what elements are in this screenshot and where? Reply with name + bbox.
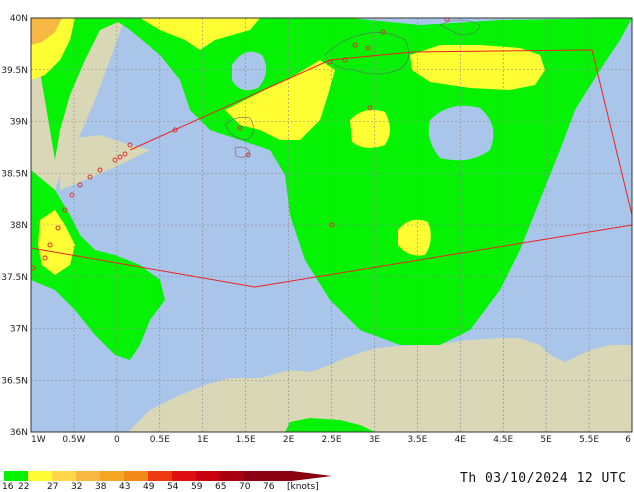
latitude-label: 38.5N: [1, 169, 28, 179]
forecast-timestamp: Th 03/10/2024 12 UTC: [460, 471, 627, 486]
longitude-label: 0.5E: [150, 435, 170, 445]
legend-swatch: [28, 471, 52, 481]
longitude-label: 2E: [283, 435, 295, 445]
wind-speed-legend-bar: [4, 471, 332, 481]
longitude-label: 1W: [31, 435, 46, 445]
longitude-label: 0.5W: [62, 435, 85, 445]
longitude-label: 5E: [540, 435, 552, 445]
latitude-label: 39N: [10, 118, 28, 128]
longitude-label: 4.5E: [493, 435, 513, 445]
legend-swatch: [124, 471, 148, 481]
legend-swatch: [76, 471, 100, 481]
legend-label: 16: [2, 482, 14, 492]
latitude-label: 36N: [10, 428, 28, 438]
legend-swatch: [100, 471, 124, 481]
legend-label: 22: [18, 482, 30, 492]
legend-label: 38: [95, 482, 107, 492]
legend-swatch: [244, 471, 268, 481]
legend-label: 70: [239, 482, 251, 492]
longitude-label: 4E: [455, 435, 467, 445]
legend-swatch: [172, 471, 196, 481]
longitude-labels: 1W 0.5W 0 0.5E 1E 1.5E 2E 2.5E 3E 3.5E 4E 4.5E 5E 5.5…: [31, 435, 631, 445]
wind-map: 40N 39.5N 39N 38.5N 38N 37.5N 37N 36.5N 36N 1W 0.…: [1, 14, 633, 445]
legend-label: 49: [143, 482, 155, 492]
longitude-label: 3E: [369, 435, 381, 445]
wind-zone-22-27-blob1: [350, 109, 390, 148]
longitude-label: 1E: [197, 435, 209, 445]
latitude-label: 37.5N: [1, 273, 28, 283]
latitude-label: 38N: [10, 221, 28, 231]
legend-label: 27: [47, 482, 59, 492]
legend-swatch: [268, 471, 292, 481]
longitude-label: 5.5E: [579, 435, 599, 445]
legend-swatch: [52, 471, 76, 481]
legend-label: 59: [191, 482, 203, 492]
calm-sea-hole-2: [428, 105, 494, 161]
latitude-label: 39.5N: [1, 66, 28, 76]
legend-label: 76: [263, 482, 275, 492]
longitude-label: 0: [114, 435, 120, 445]
legend-label: [knots]: [287, 482, 319, 492]
longitude-label: 2.5E: [322, 435, 342, 445]
legend-label: 43: [119, 482, 131, 492]
legend-label: 32: [71, 482, 83, 492]
longitude-label: 3.5E: [407, 435, 427, 445]
legend-swatch: [148, 471, 172, 481]
legend-swatch: [220, 471, 244, 481]
longitude-label: 6: [625, 435, 631, 445]
legend-label: 54: [167, 482, 179, 492]
legend-swatch: [4, 471, 28, 481]
latitude-label: 40N: [10, 14, 28, 24]
longitude-label: 1.5E: [236, 435, 256, 445]
latitude-label: 37N: [10, 325, 28, 335]
legend-arrow-tip: [292, 471, 332, 481]
latitude-label: 36.5N: [1, 376, 28, 386]
legend-label: 65: [215, 482, 227, 492]
legend-swatch: [196, 471, 220, 481]
latitude-labels: 40N 39.5N 39N 38.5N 38N 37.5N 37N 36.5N 36N: [1, 14, 28, 438]
